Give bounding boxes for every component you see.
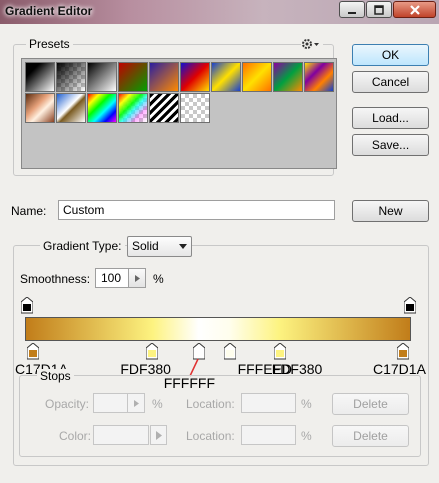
maximize-icon [374, 4, 384, 15]
gradient-type-label: Gradient Type: [40, 239, 125, 253]
name-label: Name: [11, 204, 47, 218]
minimize-button[interactable] [339, 1, 365, 18]
presets-label: Presets [26, 37, 73, 51]
opacity-location-unit: % [301, 397, 312, 411]
chevron-right-icon [134, 400, 139, 407]
load-button[interactable]: Load... [352, 107, 429, 129]
smoothness-label: Smoothness: [20, 272, 91, 286]
ok-button[interactable]: OK [352, 44, 429, 66]
window-title: Gradient Editor [5, 4, 93, 18]
preset-swatch-transparent-checker[interactable] [180, 93, 210, 123]
opacity-input[interactable] [93, 393, 128, 413]
chevron-down-icon [179, 244, 187, 249]
gradient-type-select[interactable]: Solid [127, 236, 192, 257]
new-button[interactable]: New [352, 200, 429, 222]
close-button[interactable] [393, 1, 436, 18]
color-location-unit: % [301, 429, 312, 443]
title-bar[interactable]: Gradient Editor [0, 0, 439, 24]
color-stop-0[interactable] [27, 343, 39, 360]
color-stop-label: FDF380 [271, 361, 323, 377]
color-stop-3[interactable] [223, 343, 236, 360]
opacity-location-label: Location: [186, 397, 235, 411]
delete-color-stop-button[interactable]: Delete [332, 425, 409, 447]
preset-swatch-chrome[interactable] [56, 93, 86, 123]
preset-swatch-transparent-stripes[interactable] [149, 93, 179, 123]
opacity-stop-right[interactable] [404, 297, 416, 314]
preset-swatch-yellow-violet-orange-blue[interactable] [304, 62, 334, 92]
gradient-editor-window: Gradient Editor Presets OK Cancel Load..… [0, 0, 439, 483]
preset-swatch-orange-yellow-orange[interactable] [242, 62, 272, 92]
color-stop-4[interactable] [273, 343, 286, 360]
gradient-type-value: Solid [132, 239, 159, 253]
opacity-unit: % [152, 397, 163, 411]
color-swatch-field[interactable] [93, 425, 149, 445]
delete-opacity-stop-button[interactable]: Delete [332, 393, 409, 415]
stops-label: Stops [37, 369, 74, 383]
save-button[interactable]: Save... [352, 134, 429, 156]
cancel-button[interactable]: Cancel [352, 71, 429, 93]
preset-swatch-foreground-to-background[interactable] [25, 62, 55, 92]
smoothness-unit: % [153, 272, 164, 286]
minimize-icon [348, 11, 356, 14]
presets-swatch-area [21, 58, 337, 169]
name-input[interactable]: Custom [58, 200, 335, 220]
color-stop-label: FDF380 [120, 361, 171, 377]
chevron-right-icon [135, 275, 140, 282]
preset-swatch-blue-red-yellow[interactable] [180, 62, 210, 92]
preset-swatch-red-green[interactable] [118, 62, 148, 92]
opacity-slider-button[interactable] [128, 393, 145, 413]
color-stop-label: C17D1A [373, 361, 426, 377]
preset-swatch-spectrum[interactable] [87, 93, 117, 123]
preset-swatch-transparent-rainbow[interactable] [118, 93, 148, 123]
preset-swatch-violet-green-orange[interactable] [273, 62, 303, 92]
smoothness-input[interactable]: 100 [95, 268, 129, 288]
smoothness-slider-button[interactable] [129, 268, 146, 288]
color-stop-5[interactable] [397, 343, 409, 360]
preset-swatch-violet-orange[interactable] [149, 62, 179, 92]
presets-menu-button[interactable] [301, 37, 323, 51]
color-picker-button[interactable] [150, 425, 167, 445]
color-location-label: Location: [186, 429, 235, 443]
preset-swatch-blue-yellow-blue[interactable] [211, 62, 241, 92]
opacity-label: Opacity: [45, 397, 90, 411]
gear-icon [302, 39, 319, 49]
preset-swatch-black-to-white[interactable] [87, 62, 117, 92]
gradient-preview-bar[interactable] [25, 317, 411, 341]
chevron-right-icon [156, 431, 162, 440]
color-label: Color: [59, 429, 92, 443]
opacity-stop-left[interactable] [21, 297, 33, 314]
close-icon [409, 4, 420, 15]
color-stop-1[interactable] [146, 343, 159, 360]
color-location-input[interactable] [241, 425, 296, 445]
preset-swatch-foreground-to-transparent[interactable] [56, 62, 86, 92]
maximize-button[interactable] [366, 1, 392, 18]
preset-swatch-copper[interactable] [25, 93, 55, 123]
opacity-location-input[interactable] [241, 393, 296, 413]
